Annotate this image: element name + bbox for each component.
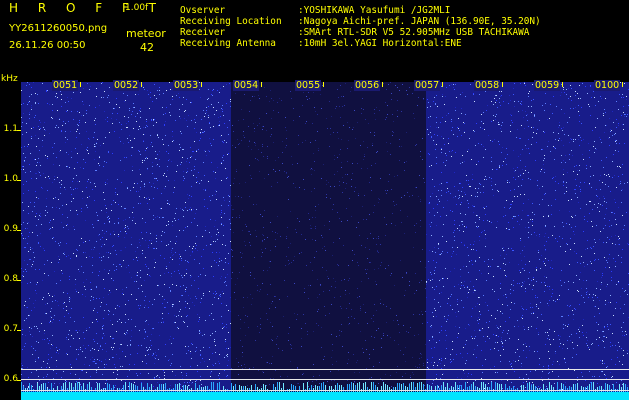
y-tick-label: 1.0: [3, 174, 18, 184]
filename-label: YY2611260050.png: [9, 23, 108, 34]
y-tick-label: 0.9: [3, 224, 18, 234]
meteor-count: 42: [140, 41, 154, 54]
info-row-location: Receiving Location :Nagoya Aichi-pref. JA…: [180, 16, 541, 27]
y-tick-mark: [17, 330, 21, 331]
version-label: 1.00f: [125, 3, 149, 13]
y-tick-mark: [17, 380, 21, 381]
x-tick-label: 0059: [534, 80, 561, 91]
x-tick-label: 0054: [233, 80, 260, 91]
y-tick-label: 1.1: [3, 124, 18, 134]
x-tick-label: 0053: [173, 80, 200, 91]
info-key: Receiver: [180, 27, 226, 38]
x-tick-mark: [80, 82, 81, 87]
x-tick-mark: [562, 82, 563, 87]
x-tick-mark: [382, 82, 383, 87]
x-tick-label: 0056: [354, 80, 381, 91]
info-key: Ovserver: [180, 5, 226, 16]
x-tick-mark: [141, 82, 142, 87]
y-axis-unit: kHz: [1, 74, 18, 84]
x-tick-label: 0055: [295, 80, 322, 91]
spectrogram: [21, 82, 629, 400]
info-value: :Nagoya Aichi-pref. JAPAN (136.90E, 35.2…: [298, 16, 541, 27]
y-tick-label: 0.7: [3, 324, 18, 334]
info-key: Receiving Antenna: [180, 38, 276, 49]
y-tick-label: 0.6: [3, 374, 18, 384]
x-tick-label: 0057: [414, 80, 441, 91]
marker-line: [21, 390, 629, 391]
x-tick-mark: [442, 82, 443, 87]
info-row-receiver: Receiver :SMArt RTL-SDR V5 52.905MHz USB …: [180, 27, 541, 38]
y-tick-mark: [17, 180, 21, 181]
noise-region-dark: [231, 82, 426, 400]
info-value: :YOSHIKAWA Yasufumi /JG2MLI: [298, 5, 451, 16]
y-tick-label: 0.8: [3, 274, 18, 284]
x-tick-mark: [622, 82, 623, 87]
x-tick-label: 0051: [52, 80, 79, 91]
y-tick-mark: [17, 280, 21, 281]
x-tick-mark: [502, 82, 503, 87]
x-tick-label: 0100: [594, 80, 621, 91]
marker-line: [21, 379, 629, 380]
x-tick-mark: [261, 82, 262, 87]
info-row-antenna: Receiving Antenna :10mH 3el.YAGI Horizont…: [180, 38, 541, 49]
y-tick-mark: [17, 230, 21, 231]
timestamp-label: 26.11.26 00:50: [9, 40, 86, 51]
x-tick-mark: [323, 82, 324, 87]
meteor-label: meteor: [126, 27, 166, 40]
signal-band: [21, 392, 629, 400]
info-row-observer: Ovserver :YOSHIKAWA Yasufumi /JG2MLI: [180, 5, 541, 16]
noise-region-right: [426, 82, 629, 400]
info-key: Receiving Location: [180, 16, 282, 27]
info-value: :10mH 3el.YAGI Horizontal:ENE: [298, 38, 462, 49]
header-panel: H R O F F T 1.00f YY2611260050.png 26.11…: [0, 0, 629, 75]
y-tick-mark: [17, 130, 21, 131]
station-info: Ovserver :YOSHIKAWA Yasufumi /JG2MLI Rece…: [180, 5, 541, 49]
info-value: :SMArt RTL-SDR V5 52.905MHz USB TACHIKAW…: [298, 27, 530, 38]
marker-line: [21, 369, 629, 370]
x-tick-label: 0052: [113, 80, 140, 91]
noise-region-left: [21, 82, 231, 400]
x-tick-label: 0058: [474, 80, 501, 91]
y-axis: 1.1 1.0 0.9 0.8 0.7 0.6: [0, 84, 21, 400]
spectrogram-canvas: [21, 82, 629, 400]
x-tick-mark: [201, 82, 202, 87]
